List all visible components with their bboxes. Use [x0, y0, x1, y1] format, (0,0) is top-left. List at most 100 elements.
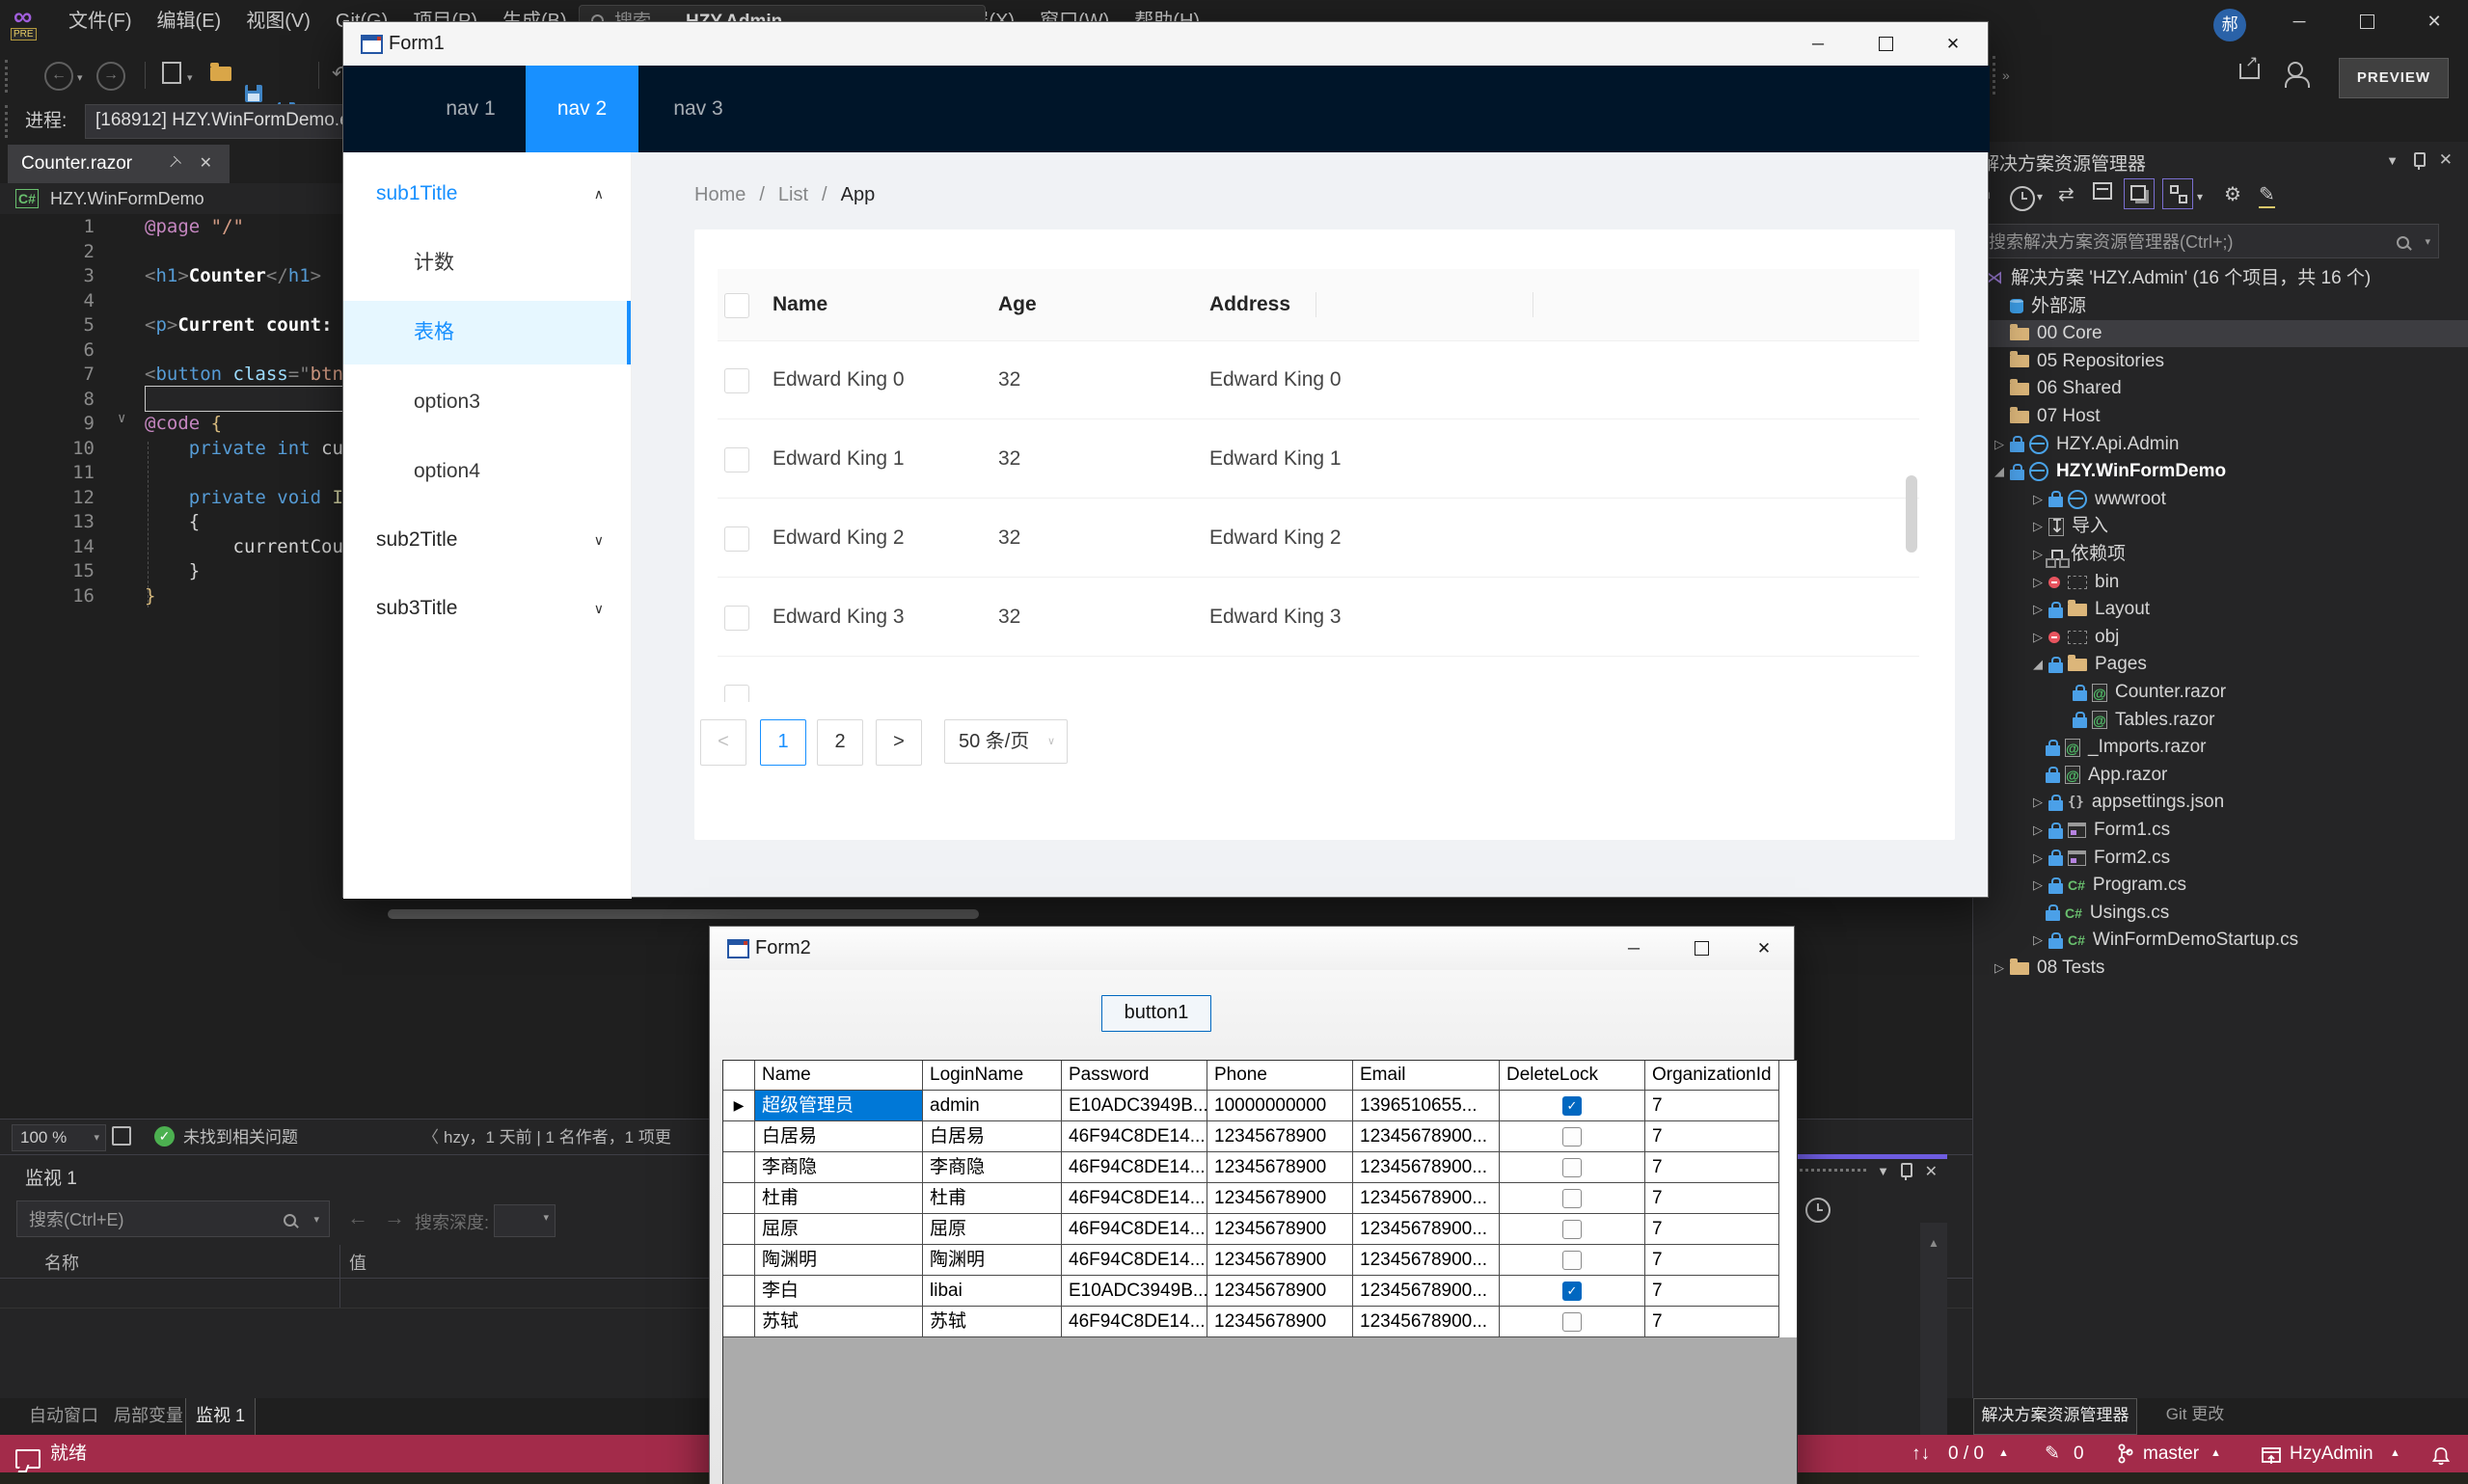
deletelock-checkbox[interactable]	[1562, 1251, 1582, 1270]
deletelock-checkbox[interactable]	[1562, 1158, 1582, 1177]
form2-window[interactable]: Form2 ─ ✕ button1 NameLoginNamePasswordP…	[709, 926, 1795, 1484]
table-row-partial[interactable]	[718, 657, 1919, 702]
branch-name[interactable]: master	[2143, 1435, 2199, 1472]
grid-cell-login[interactable]: 李商隐	[923, 1152, 1062, 1183]
properties-wrench-icon[interactable]: ⚙	[2224, 182, 2241, 206]
grid-cell-org[interactable]: 7	[1645, 1245, 1779, 1276]
row-checkbox[interactable]	[724, 368, 749, 393]
solution-explorer-tab-2[interactable]: Git 更改	[2147, 1398, 2243, 1433]
table-row[interactable]: Edward King 332Edward King 3	[718, 578, 1919, 657]
grid-cell-deletelock[interactable]: ✓	[1500, 1276, 1645, 1307]
codelens-git-info[interactable]: hzy，1 天前 | 1 名作者，1 项更	[444, 1120, 671, 1155]
tree-item[interactable]: ▷HZY.Api.Admin	[1973, 431, 2468, 458]
grid-cell-password[interactable]: 46F94C8DE14...	[1062, 1152, 1207, 1183]
grid-cell-email[interactable]: 12345678900...	[1353, 1276, 1500, 1307]
table-row[interactable]: Edward King 232Edward King 2	[718, 499, 1919, 578]
grid-cell-deletelock[interactable]	[1500, 1214, 1645, 1245]
sidebar-item-option4[interactable]: option4	[343, 440, 631, 503]
sync-caret-icon[interactable]: ▲	[1998, 1435, 2009, 1472]
panel-menu-icon[interactable]: ▼	[1877, 1164, 1889, 1178]
editor-hscrollbar-thumb[interactable]	[388, 909, 979, 919]
source-control-icon[interactable]	[112, 1126, 131, 1146]
pagination-prev-button[interactable]: <	[700, 719, 746, 766]
users-datagrid[interactable]: NameLoginNamePasswordPhoneEmailDeleteLoc…	[722, 1060, 1798, 1484]
grid-cell-email[interactable]: 12345678900...	[1353, 1214, 1500, 1245]
deletelock-checkbox[interactable]: ✓	[1562, 1096, 1582, 1116]
grid-cell-login[interactable]: 白居易	[923, 1121, 1062, 1152]
vs-restore-button[interactable]	[2335, 0, 2399, 43]
branch-caret-icon[interactable]: ▲	[2210, 1435, 2221, 1472]
tree-item[interactable]: C#Usings.cs	[1973, 900, 2468, 927]
bottom-tab-3[interactable]: 监视 1	[185, 1398, 256, 1436]
history-clock-icon[interactable]	[1805, 1198, 1831, 1223]
sidebar-item-表格[interactable]: 表格	[343, 301, 631, 364]
grid-cell-deletelock[interactable]	[1500, 1245, 1645, 1276]
grid-cell-org[interactable]: 7	[1645, 1091, 1779, 1121]
vs-close-button[interactable]: ✕	[2402, 0, 2466, 43]
tree-item[interactable]: 06 Shared	[1973, 375, 2468, 402]
codelens-collapse-icon[interactable]: 〈	[422, 1120, 439, 1155]
row-checkbox[interactable]	[724, 526, 749, 552]
grid-corner-cell[interactable]	[723, 1061, 755, 1091]
grid-row[interactable]: 李白libaiE10ADC3949B...1234567890012345678…	[723, 1276, 1798, 1307]
form1-maximize-button[interactable]	[1855, 22, 1916, 66]
menu-item[interactable]: 编辑(E)	[145, 0, 234, 42]
grid-cell-email[interactable]: 12345678900...	[1353, 1121, 1500, 1152]
open-file-icon[interactable]	[210, 67, 231, 81]
close-icon[interactable]: ✕	[2439, 150, 2453, 170]
tree-item[interactable]: @_Imports.razor	[1973, 734, 2468, 761]
tree-item[interactable]: ▷C#Program.cs	[1973, 872, 2468, 899]
grid-cell-deletelock[interactable]	[1500, 1307, 1645, 1337]
grid-cell-phone[interactable]: 12345678900	[1207, 1307, 1353, 1337]
vs-minimize-button[interactable]: ─	[2267, 0, 2331, 43]
watch-col-name[interactable]: 名称	[44, 1250, 79, 1275]
close-tab-icon[interactable]: ✕	[200, 145, 212, 183]
deletelock-checkbox[interactable]	[1562, 1312, 1582, 1332]
back-dropdown-icon[interactable]: ▾	[77, 71, 83, 84]
table-row[interactable]: Edward King 132Edward King 1	[718, 419, 1919, 499]
sidebar-item-计数[interactable]: 计数	[343, 231, 631, 295]
tree-expander-icon[interactable]: ▷	[2027, 927, 2048, 954]
editor-zoom-select[interactable]: 100 %▾	[12, 1124, 106, 1151]
repo-name[interactable]: HzyAdmin	[2290, 1435, 2373, 1472]
new-item-icon[interactable]	[162, 62, 181, 84]
grid-cell-login[interactable]: 苏轼	[923, 1307, 1062, 1337]
share-icon[interactable]: ↗	[2239, 64, 2260, 79]
grid-cell-email[interactable]: 12345678900...	[1353, 1307, 1500, 1337]
tree-expander-icon[interactable]: ▷	[2027, 817, 2048, 844]
tree-expander-icon[interactable]: ▷	[2027, 789, 2048, 816]
scrollbar[interactable]: ▲	[1920, 1223, 1947, 1441]
grid-col-header-Phone[interactable]: Phone	[1207, 1061, 1353, 1091]
tree-item[interactable]: ▷08 Tests	[1973, 955, 2468, 982]
tree-item[interactable]: ▷Form1.cs	[1973, 817, 2468, 844]
grid-cell-phone[interactable]: 12345678900	[1207, 1121, 1353, 1152]
grid-cell-login[interactable]: 杜甫	[923, 1183, 1062, 1214]
solution-explorer-search-input[interactable]: 搜索解决方案资源管理器(Ctrl+;) ▾	[1978, 224, 2439, 258]
grid-cell-name[interactable]: 苏轼	[755, 1307, 923, 1337]
toolbar-overflow-icon[interactable]: »	[2002, 67, 2010, 83]
close-icon[interactable]: ✕	[1925, 1162, 1938, 1181]
grid-col-header-OrganizationId[interactable]: OrganizationId	[1645, 1061, 1779, 1091]
grid-col-header-LoginName[interactable]: LoginName	[923, 1061, 1062, 1091]
grid-cell-password[interactable]: E10ADC3949B...	[1062, 1091, 1207, 1121]
grid-cell-org[interactable]: 7	[1645, 1276, 1779, 1307]
grid-row[interactable]: 杜甫杜甫46F94C8DE14...1234567890012345678900…	[723, 1183, 1798, 1214]
grid-cell-org[interactable]: 7	[1645, 1307, 1779, 1337]
view-dropdown-icon[interactable]: ▾	[2197, 190, 2203, 203]
grid-row[interactable]: ▶超级管理员adminE10ADC3949B...100000000001396…	[723, 1091, 1798, 1121]
sidebar-item-option3[interactable]: option3	[343, 370, 631, 434]
grid-cell-deletelock[interactable]: ✓	[1500, 1091, 1645, 1121]
grid-cell-password[interactable]: 46F94C8DE14...	[1062, 1183, 1207, 1214]
grid-cell-password[interactable]: 46F94C8DE14...	[1062, 1245, 1207, 1276]
search-prev-icon[interactable]: ←	[347, 1205, 368, 1230]
panel-menu-icon[interactable]: ▼	[2386, 153, 2399, 168]
grid-cell-login[interactable]: 陶渊明	[923, 1245, 1062, 1276]
pagination-page-2[interactable]: 2	[817, 719, 863, 766]
grid-cell-deletelock[interactable]	[1500, 1183, 1645, 1214]
grid-row-header[interactable]	[723, 1152, 755, 1183]
tree-expander-icon[interactable]: ▷	[1989, 955, 2010, 982]
menu-item[interactable]: 视图(V)	[233, 0, 323, 42]
tree-expander-icon[interactable]: ▷	[2027, 486, 2048, 513]
repo-caret-icon[interactable]: ▲	[2390, 1435, 2400, 1472]
tree-item[interactable]: 外部源	[1973, 293, 2468, 320]
